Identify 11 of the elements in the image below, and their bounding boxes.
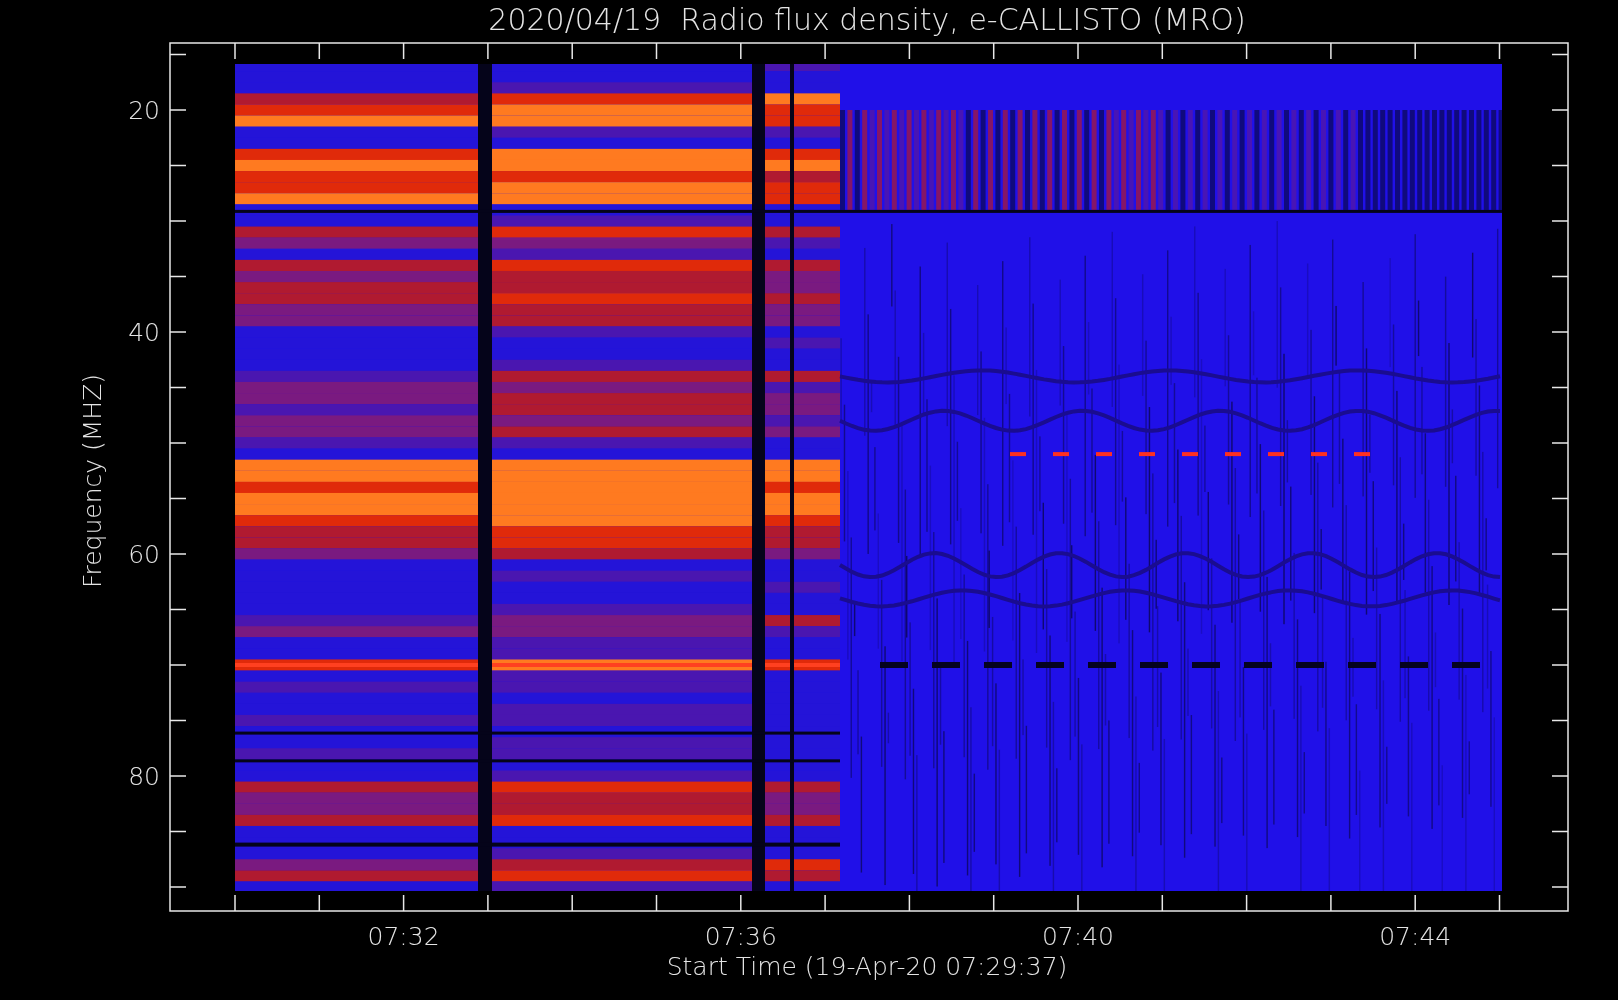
tick-label: 07:40 bbox=[1042, 922, 1114, 951]
axis-label: Start Time (19-Apr-20 07:29:37) bbox=[666, 952, 1068, 981]
tick-label: 60 bbox=[128, 540, 160, 569]
tick-label: 80 bbox=[128, 762, 160, 791]
tick-label: 20 bbox=[128, 96, 160, 125]
tick-label: 07:32 bbox=[367, 922, 440, 951]
plot-title: 2020/04/19 Radio flux density, e-CALLISTO (MRO) bbox=[488, 2, 1246, 37]
tick-label: 07:44 bbox=[1379, 922, 1452, 951]
tick-label: 40 bbox=[128, 318, 160, 347]
axis-label: Frequency (MHZ) bbox=[78, 373, 107, 589]
tick-label: 07:36 bbox=[704, 922, 777, 951]
